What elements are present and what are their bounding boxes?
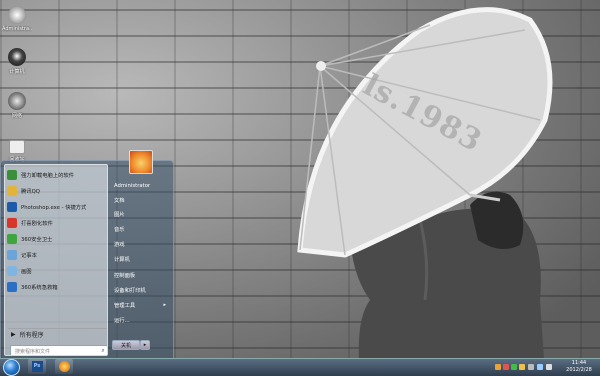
- program-item[interactable]: 360安全卫士: [7, 233, 105, 245]
- notepad-icon: [7, 250, 17, 260]
- program-item[interactable]: 打喜剧化软件: [7, 217, 105, 229]
- globe-icon: [8, 92, 26, 110]
- taskbar-app-photoshop[interactable]: Ps: [28, 359, 46, 374]
- qq-icon: [7, 186, 17, 196]
- program-item[interactable]: 记事本: [7, 249, 105, 261]
- program-item[interactable]: Photoshop.exe - 快捷方式: [7, 201, 105, 213]
- desktop-icon-label: 计算机: [9, 69, 25, 75]
- chevron-right-icon: ▶: [11, 330, 16, 338]
- chevron-right-icon: ▸: [163, 302, 166, 308]
- app-icon: [7, 170, 17, 180]
- program-item[interactable]: 360系统急救箱: [7, 281, 105, 293]
- search-placeholder: 搜索程序和文件: [15, 348, 51, 355]
- desktop-icon-ie[interactable]: 网络: [2, 92, 32, 119]
- tray-icon[interactable]: [511, 364, 517, 370]
- photoshop-icon: [7, 202, 17, 212]
- search-icon: ⌕: [101, 347, 105, 354]
- start-menu-programs-pane: 强力卸载电脑上的软件 腾讯QQ Photoshop.exe - 快捷方式 打喜剧…: [4, 164, 108, 356]
- search-input[interactable]: 搜索程序和文件 ⌕: [10, 345, 107, 355]
- app-icon: [7, 218, 17, 228]
- start-right-item-pictures[interactable]: 图片: [114, 209, 170, 219]
- start-right-item-documents[interactable]: 文档: [114, 195, 170, 205]
- user-avatar[interactable]: [129, 150, 153, 174]
- taskbar: [0, 358, 600, 376]
- paint-icon: [7, 266, 17, 276]
- start-right-item-user[interactable]: Administrator: [114, 181, 170, 191]
- tray-icon[interactable]: [495, 364, 501, 370]
- shield-icon: [7, 234, 17, 244]
- network-icon[interactable]: [528, 364, 534, 370]
- desktop-icon-label: 网络: [11, 113, 22, 119]
- volume-icon[interactable]: [546, 364, 552, 370]
- computer-icon: [8, 6, 26, 24]
- taskbar-app-qq[interactable]: [55, 359, 73, 374]
- rescue-icon: [7, 282, 17, 292]
- start-right-item-run[interactable]: 运行...: [114, 315, 170, 325]
- start-right-item-devices[interactable]: 设备和打印机: [114, 285, 170, 295]
- start-button[interactable]: [3, 359, 20, 376]
- tray-icon[interactable]: [503, 364, 509, 370]
- chevron-right-icon: ▸: [143, 342, 147, 348]
- desktop-icon-computer[interactable]: Administra...: [2, 6, 32, 32]
- network-icon: [8, 48, 26, 66]
- start-right-item-control-panel[interactable]: 控制面板: [114, 270, 170, 280]
- tray-icon[interactable]: [519, 364, 525, 370]
- program-item[interactable]: 腾讯QQ: [7, 185, 105, 197]
- desktop-icon-label: Administra...: [2, 26, 32, 32]
- clock-date: 2012/2/28: [566, 367, 592, 373]
- all-programs-button[interactable]: ▶ 所有程序: [8, 328, 107, 339]
- desktop-icon-network[interactable]: 计算机: [2, 48, 32, 75]
- program-item[interactable]: 强力卸载电脑上的软件: [7, 169, 105, 181]
- start-right-item-computer[interactable]: 计算机: [114, 254, 170, 264]
- taskbar-clock[interactable]: 11:44 2012/2/28: [562, 360, 596, 374]
- clock-time: 11:44: [571, 360, 587, 366]
- program-item[interactable]: 画图: [7, 265, 105, 277]
- qq-icon: [58, 361, 70, 372]
- photoshop-icon: Ps: [31, 361, 43, 372]
- start-right-item-games[interactable]: 游戏: [114, 239, 170, 249]
- trash-icon: [9, 140, 25, 154]
- shutdown-button[interactable]: 关机: [112, 340, 140, 350]
- shutdown-options-button[interactable]: ▸: [140, 340, 150, 350]
- start-right-item-music[interactable]: 音乐: [114, 224, 170, 234]
- start-right-item-admin-tools[interactable]: 管理工具 ▸: [114, 300, 170, 310]
- all-programs-label: 所有程序: [19, 331, 44, 339]
- flag-icon[interactable]: [537, 364, 543, 370]
